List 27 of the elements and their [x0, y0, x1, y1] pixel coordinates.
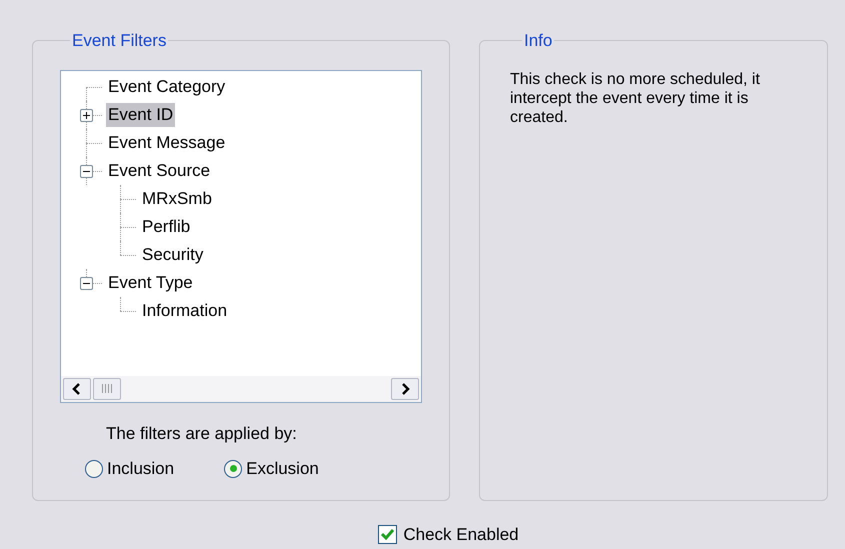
- check-enabled-checkbox[interactable]: Check Enabled: [378, 522, 519, 548]
- tree-item[interactable]: Security: [140, 242, 206, 266]
- tree-item[interactable]: Perflib: [140, 214, 192, 238]
- expand-icon[interactable]: [80, 108, 93, 122]
- checkbox-icon[interactable]: [378, 525, 398, 544]
- scroll-left-icon[interactable]: [63, 378, 91, 400]
- tree-view[interactable]: Event Category Event ID Event Message Event Source MRxSmb Perflib Security Event Type Information: [60, 70, 422, 402]
- scroll-thumb-icon[interactable]: [93, 378, 121, 400]
- info-text: This check is no more scheduled, it intercept the event every time it is created.: [510, 70, 761, 126]
- tree-item[interactable]: Event Category: [106, 74, 228, 98]
- tree-item[interactable]: Event Message: [106, 130, 228, 154]
- tree-item[interactable]: Event ID: [106, 102, 176, 126]
- collapse-icon[interactable]: [80, 164, 93, 178]
- radio-icon[interactable]: [224, 460, 242, 478]
- radio-icon[interactable]: [85, 460, 103, 478]
- tree-item[interactable]: MRxSmb: [140, 186, 214, 210]
- radio-option[interactable]: Inclusion: [85, 456, 174, 482]
- tree-item[interactable]: Event Type: [106, 270, 195, 294]
- tree-item[interactable]: Event Source: [106, 158, 212, 182]
- collapse-icon[interactable]: [80, 276, 93, 290]
- group-title: Info: [523, 30, 554, 52]
- radio-option[interactable]: Exclusion: [224, 456, 319, 482]
- applied-by-label: The filters are applied by:: [106, 422, 297, 444]
- tree-item[interactable]: Information: [140, 298, 230, 322]
- scroll-right-icon[interactable]: [391, 378, 419, 400]
- group-title: Event Filters: [71, 30, 168, 52]
- horizontal-scrollbar[interactable]: [61, 376, 421, 402]
